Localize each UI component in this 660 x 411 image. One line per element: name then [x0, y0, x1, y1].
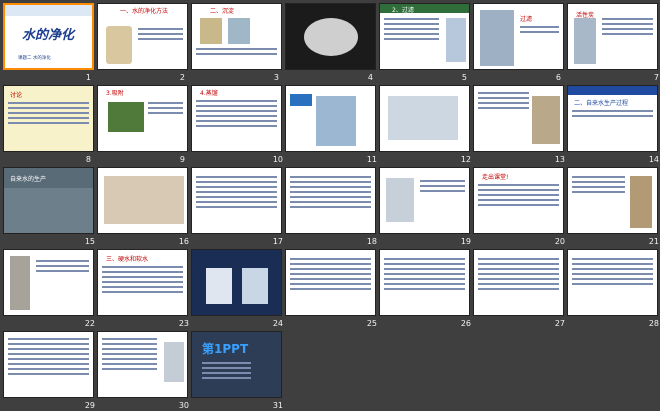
- slide-15-title: 自来水的生产: [10, 176, 47, 183]
- slide-number: 11: [366, 155, 377, 164]
- slide-thumbnail-21[interactable]: 21: [567, 167, 660, 247]
- slide-thumbnail-26[interactable]: 26: [379, 249, 473, 329]
- slide-20-title: 走出课堂!: [482, 174, 509, 181]
- slide-number: 22: [84, 319, 95, 328]
- slide-thumbnail-31[interactable]: 第1PPT 31: [191, 331, 285, 411]
- slide-thumbnail-12[interactable]: 12: [379, 85, 473, 165]
- slide-number: 10: [272, 155, 283, 164]
- slide-number: 9: [179, 155, 185, 164]
- slide-thumbnail-25[interactable]: 25: [285, 249, 379, 329]
- slide-thumbnail-13[interactable]: 13: [473, 85, 567, 165]
- slide-thumbnail-10[interactable]: 4.蒸馏 10: [191, 85, 285, 165]
- slide-number: 27: [554, 319, 565, 328]
- slide-number: 13: [554, 155, 565, 164]
- slide-thumbnail-22[interactable]: 22: [3, 249, 97, 329]
- slide-thumbnail-8[interactable]: 讨论 8: [3, 85, 97, 165]
- slide-thumbnail-16[interactable]: 16: [97, 167, 191, 247]
- slide-number: 29: [84, 401, 95, 410]
- slide-23-title: 三、硬水和软水: [106, 256, 149, 263]
- slide-thumbnail-15[interactable]: 自来水的生产 15: [3, 167, 97, 247]
- slide-number: 16: [178, 237, 189, 246]
- slide-number: 14: [648, 155, 659, 164]
- slide-5-title: 2、过滤: [392, 7, 414, 14]
- slide-number: 12: [460, 155, 471, 164]
- slide-number: 25: [366, 319, 377, 328]
- slide-thumbnail-23[interactable]: 三、硬水和软水 23: [97, 249, 191, 329]
- slide-thumbnail-27[interactable]: 27: [473, 249, 567, 329]
- slide-number: 4: [367, 73, 373, 82]
- slide-number: 7: [653, 73, 659, 82]
- slide-thumbnail-1[interactable]: 水的净化 课题二 水的净化 1: [3, 3, 97, 83]
- slide-thumbnail-14[interactable]: 二、自来水生产过程 14: [567, 85, 660, 165]
- slide-14-title: 二、自来水生产过程: [574, 100, 629, 107]
- slide-thumbnail-17[interactable]: 17: [191, 167, 285, 247]
- slide-10-title: 4.蒸馏: [200, 90, 218, 97]
- slide-number: 23: [178, 319, 189, 328]
- slide-number: 26: [460, 319, 471, 328]
- slide-thumbnail-18[interactable]: 18: [285, 167, 379, 247]
- slide-number: 20: [554, 237, 565, 246]
- slide-number: 31: [272, 401, 283, 410]
- slide-thumbnail-6[interactable]: 过滤 6: [473, 3, 567, 83]
- slide-9-title: 3.吸附: [106, 90, 124, 97]
- slide-2-title: 一、水的净化方法: [120, 8, 169, 15]
- slide-thumbnail-30[interactable]: 30: [97, 331, 191, 411]
- slide-number: 15: [84, 237, 95, 246]
- slide-number: 18: [366, 237, 377, 246]
- slide-thumbnail-29[interactable]: 29: [3, 331, 97, 411]
- slide-thumbnail-2[interactable]: 一、水的净化方法 2: [97, 3, 191, 83]
- slide-number: 28: [648, 319, 659, 328]
- slide-number: 5: [461, 73, 467, 82]
- slide-sorter-grid: 水的净化 课题二 水的净化 1 一、水的净化方法 2 二、沉淀 3 4 2、过滤…: [0, 0, 660, 410]
- slide-number: 1: [85, 73, 91, 82]
- slide-number: 6: [555, 73, 561, 82]
- slide-thumbnail-19[interactable]: 19: [379, 167, 473, 247]
- slide-number: 3: [273, 73, 279, 82]
- slide-thumbnail-11[interactable]: 11: [285, 85, 379, 165]
- slide-number: 30: [178, 401, 189, 410]
- slide-number: 21: [648, 237, 659, 246]
- slide-thumbnail-5[interactable]: 2、过滤 5: [379, 3, 473, 83]
- slide-number: 2: [179, 73, 185, 82]
- slide-thumbnail-7[interactable]: 活性炭 7: [567, 3, 660, 83]
- slide-8-title: 讨论: [10, 92, 23, 99]
- slide-thumbnail-4[interactable]: 4: [285, 3, 379, 83]
- slide-number: 24: [272, 319, 283, 328]
- slide-thumbnail-20[interactable]: 走出课堂! 20: [473, 167, 567, 247]
- slide-1-title: 水的净化: [22, 28, 75, 43]
- slide-6-title: 过滤: [520, 16, 533, 23]
- slide-thumbnail-3[interactable]: 二、沉淀 3: [191, 3, 285, 83]
- slide-3-title: 二、沉淀: [210, 8, 235, 15]
- slide-number: 8: [85, 155, 91, 164]
- slide-number: 19: [460, 237, 471, 246]
- slide-thumbnail-28[interactable]: 28: [567, 249, 660, 329]
- slide-thumbnail-24[interactable]: 24: [191, 249, 285, 329]
- slide-thumbnail-9[interactable]: 3.吸附 9: [97, 85, 191, 165]
- slide-31-logo: 第1PPT: [202, 342, 249, 356]
- slide-1-subtitle: 课题二 水的净化: [18, 56, 51, 61]
- slide-number: 17: [272, 237, 283, 246]
